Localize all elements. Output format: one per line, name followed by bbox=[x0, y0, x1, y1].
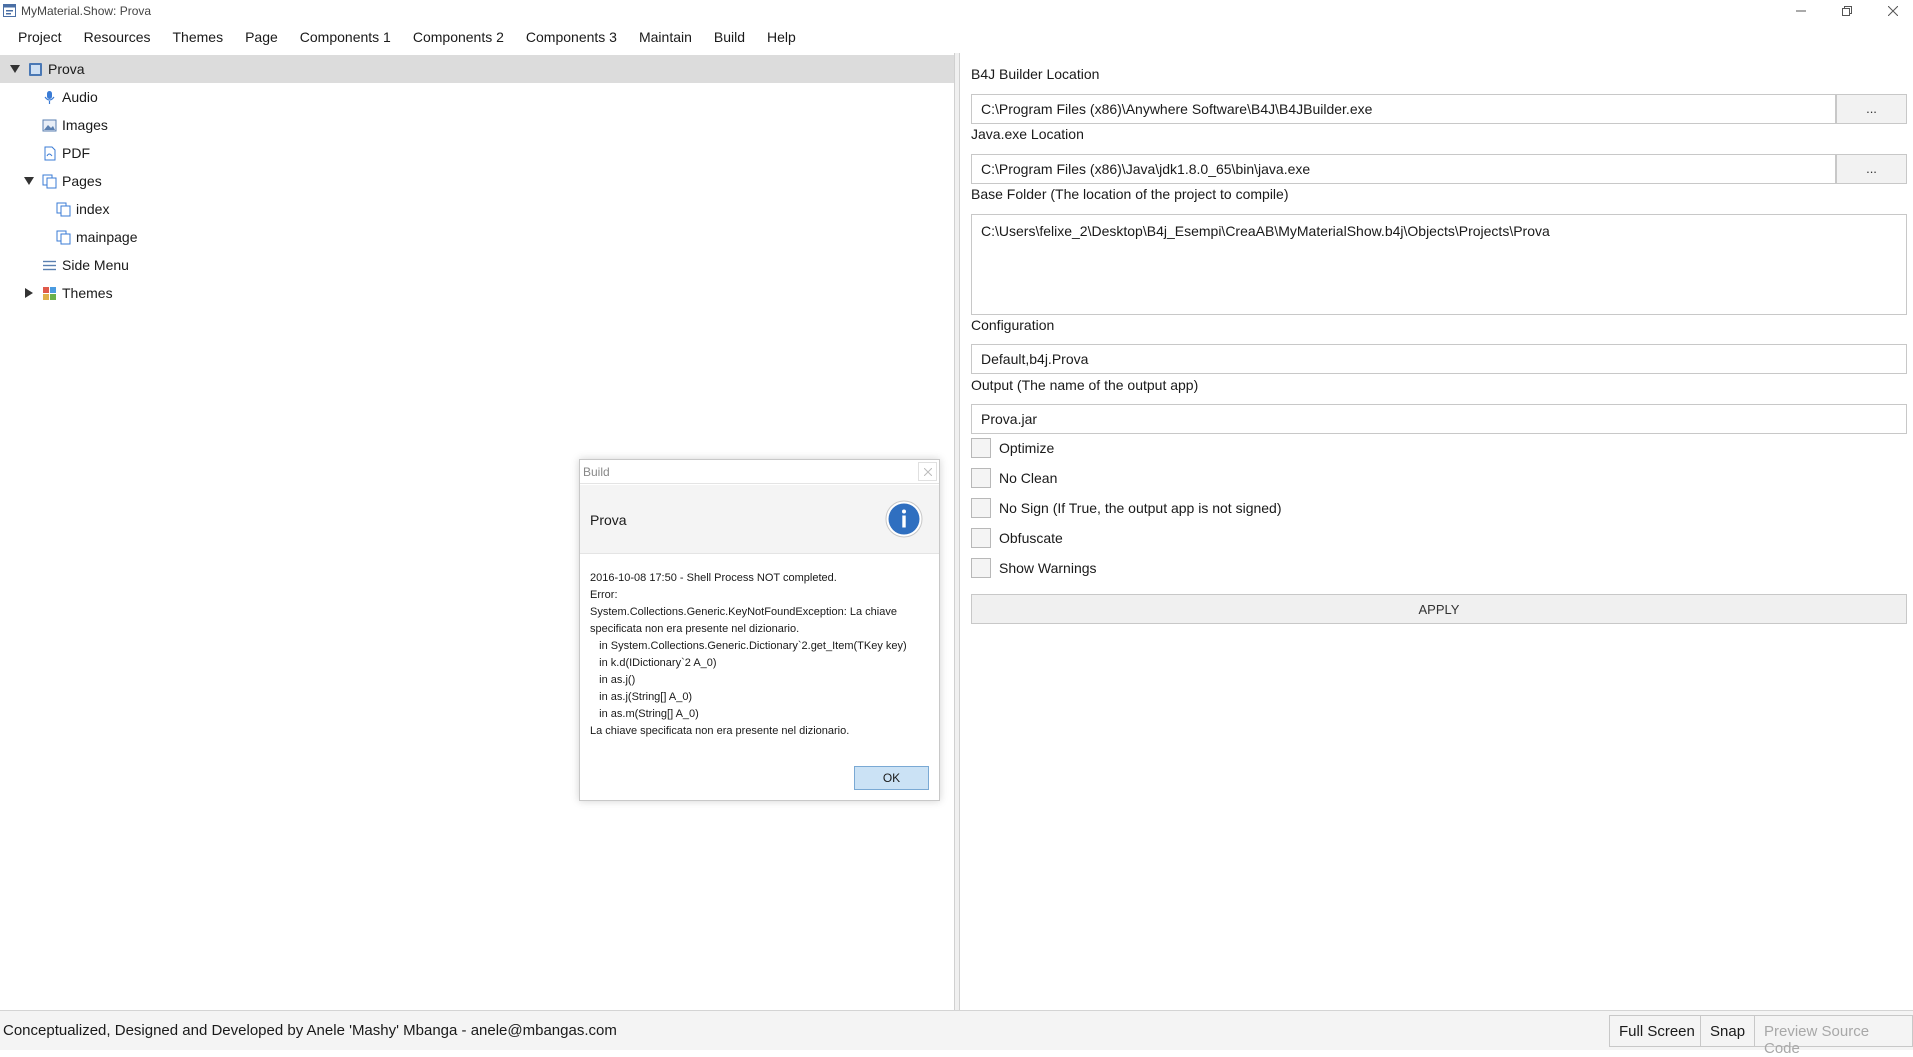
base-folder-textarea[interactable]: C:\Users\felixe_2\Desktop\B4j_Esempi\Cre… bbox=[971, 214, 1907, 315]
tree-item-audio[interactable]: Audio bbox=[0, 83, 955, 111]
optimize-checkbox-row[interactable]: Optimize bbox=[971, 437, 1054, 459]
menu-components-3[interactable]: Components 3 bbox=[515, 25, 628, 51]
optimize-checkbox[interactable] bbox=[971, 438, 991, 458]
minimize-button[interactable] bbox=[1778, 0, 1824, 22]
title-bar: MyMaterial.Show: Prova bbox=[0, 0, 1913, 22]
tree-label-mainpage: mainpage bbox=[76, 229, 138, 245]
themes-grid-icon bbox=[43, 287, 56, 300]
no-clean-checkbox[interactable] bbox=[971, 468, 991, 488]
tree-label-images: Images bbox=[62, 117, 108, 133]
tree-label-prova: Prova bbox=[48, 61, 85, 77]
menu-project[interactable]: Project bbox=[0, 25, 73, 51]
menu-components-2[interactable]: Components 2 bbox=[402, 25, 515, 51]
menu-page[interactable]: Page bbox=[234, 25, 289, 51]
page-icon bbox=[56, 230, 71, 245]
obfuscate-checkbox[interactable] bbox=[971, 528, 991, 548]
image-icon bbox=[42, 119, 57, 132]
pdf-file-icon bbox=[44, 146, 56, 161]
configuration-label: Configuration bbox=[971, 317, 1055, 333]
expand-down-icon[interactable] bbox=[24, 176, 34, 186]
window-title: MyMaterial.Show: Prova bbox=[21, 4, 152, 18]
menu-resources[interactable]: Resources bbox=[73, 25, 162, 51]
menu-build[interactable]: Build bbox=[703, 25, 756, 51]
tree-label-side-menu: Side Menu bbox=[62, 257, 129, 273]
base-folder-label: Base Folder (The location of the project… bbox=[971, 186, 1289, 202]
apply-button[interactable]: APPLY bbox=[971, 594, 1907, 624]
no-sign-label: No Sign (If True, the output app is not … bbox=[999, 500, 1282, 516]
no-sign-checkbox-row[interactable]: No Sign (If True, the output app is not … bbox=[971, 497, 1282, 519]
tree-label-pages: Pages bbox=[62, 173, 102, 189]
restore-button[interactable] bbox=[1824, 0, 1870, 22]
no-clean-label: No Clean bbox=[999, 470, 1058, 486]
java-location-label: Java.exe Location bbox=[971, 126, 1084, 142]
tree-item-pages[interactable]: Pages bbox=[0, 167, 955, 195]
build-dialog: Build Prova 2016-10-08 17:50 - Shell Pro… bbox=[579, 459, 940, 801]
obfuscate-checkbox-row[interactable]: Obfuscate bbox=[971, 527, 1063, 549]
tree-label-pdf: PDF bbox=[62, 145, 90, 161]
menu-bar: Project Resources Themes Page Components… bbox=[0, 25, 807, 51]
menu-maintain[interactable]: Maintain bbox=[628, 25, 703, 51]
close-button[interactable] bbox=[1870, 0, 1913, 22]
no-clean-checkbox-row[interactable]: No Clean bbox=[971, 467, 1057, 489]
dialog-header: Prova bbox=[580, 485, 939, 554]
expand-down-icon[interactable] bbox=[10, 64, 20, 74]
tree-label-index: index bbox=[76, 201, 110, 217]
microphone-icon bbox=[44, 91, 55, 104]
project-icon bbox=[29, 63, 42, 76]
app-window-icon bbox=[3, 4, 16, 17]
menu-components-1[interactable]: Components 1 bbox=[289, 25, 402, 51]
tree-label-audio: Audio bbox=[62, 89, 98, 105]
ok-button[interactable]: OK bbox=[854, 766, 929, 790]
restore-icon bbox=[1842, 6, 1852, 16]
output-field[interactable]: Prova.jar bbox=[971, 404, 1907, 434]
optimize-label: Optimize bbox=[999, 440, 1055, 456]
builder-location-label: B4J Builder Location bbox=[971, 66, 1100, 82]
configuration-field[interactable]: Default,b4j.Prova bbox=[971, 344, 1907, 374]
tree-item-prova[interactable]: Prova bbox=[0, 55, 955, 83]
show-warnings-checkbox[interactable] bbox=[971, 558, 991, 578]
expand-right-icon[interactable] bbox=[24, 288, 34, 298]
credits-text: Conceptualized, Designed and Developed b… bbox=[3, 1022, 617, 1039]
tree-item-mainpage[interactable]: mainpage bbox=[0, 223, 955, 251]
pages-icon bbox=[42, 174, 57, 189]
dialog-close-button[interactable] bbox=[918, 462, 937, 481]
info-icon bbox=[885, 500, 923, 538]
status-bar: Conceptualized, Designed and Developed b… bbox=[0, 1010, 1913, 1057]
show-warnings-checkbox-row[interactable]: Show Warnings bbox=[971, 557, 1097, 579]
menu-themes[interactable]: Themes bbox=[162, 25, 235, 51]
full-screen-button[interactable]: Full Screen bbox=[1609, 1015, 1705, 1047]
tree-label-themes: Themes bbox=[62, 285, 113, 301]
close-icon bbox=[923, 467, 932, 476]
menu-lines-icon bbox=[43, 260, 56, 271]
preview-source-button[interactable]: Preview Source Code bbox=[1754, 1015, 1913, 1057]
show-warnings-label: Show Warnings bbox=[999, 560, 1097, 576]
tree-item-images[interactable]: Images bbox=[0, 111, 955, 139]
snap-button[interactable]: Snap bbox=[1700, 1015, 1756, 1047]
dialog-title-bar[interactable]: Build bbox=[580, 460, 939, 484]
browse-builder-button[interactable]: ... bbox=[1836, 94, 1907, 124]
java-location-field[interactable]: C:\Program Files (x86)\Java\jdk1.8.0_65\… bbox=[971, 154, 1836, 184]
no-sign-checkbox[interactable] bbox=[971, 498, 991, 518]
dialog-message: 2016-10-08 17:50 - Shell Process NOT com… bbox=[590, 572, 907, 737]
tree-item-side-menu[interactable]: Side Menu bbox=[0, 251, 955, 279]
minimize-icon bbox=[1796, 10, 1806, 12]
output-label: Output (The name of the output app) bbox=[971, 377, 1199, 393]
browse-java-button[interactable]: ... bbox=[1836, 154, 1907, 184]
obfuscate-label: Obfuscate bbox=[999, 530, 1063, 546]
tree-item-pdf[interactable]: PDF bbox=[0, 139, 955, 167]
builder-location-field[interactable]: C:\Program Files (x86)\Anywhere Software… bbox=[971, 94, 1836, 124]
dialog-header-text: Prova bbox=[590, 512, 627, 528]
menu-help[interactable]: Help bbox=[756, 25, 807, 51]
dialog-title: Build bbox=[583, 465, 610, 479]
tree-item-themes[interactable]: Themes bbox=[0, 279, 955, 307]
page-icon bbox=[56, 202, 71, 217]
close-icon bbox=[1888, 6, 1898, 16]
tree-item-index[interactable]: index bbox=[0, 195, 955, 223]
build-settings-panel: B4J Builder Location C:\Program Files (x… bbox=[960, 53, 1913, 1010]
